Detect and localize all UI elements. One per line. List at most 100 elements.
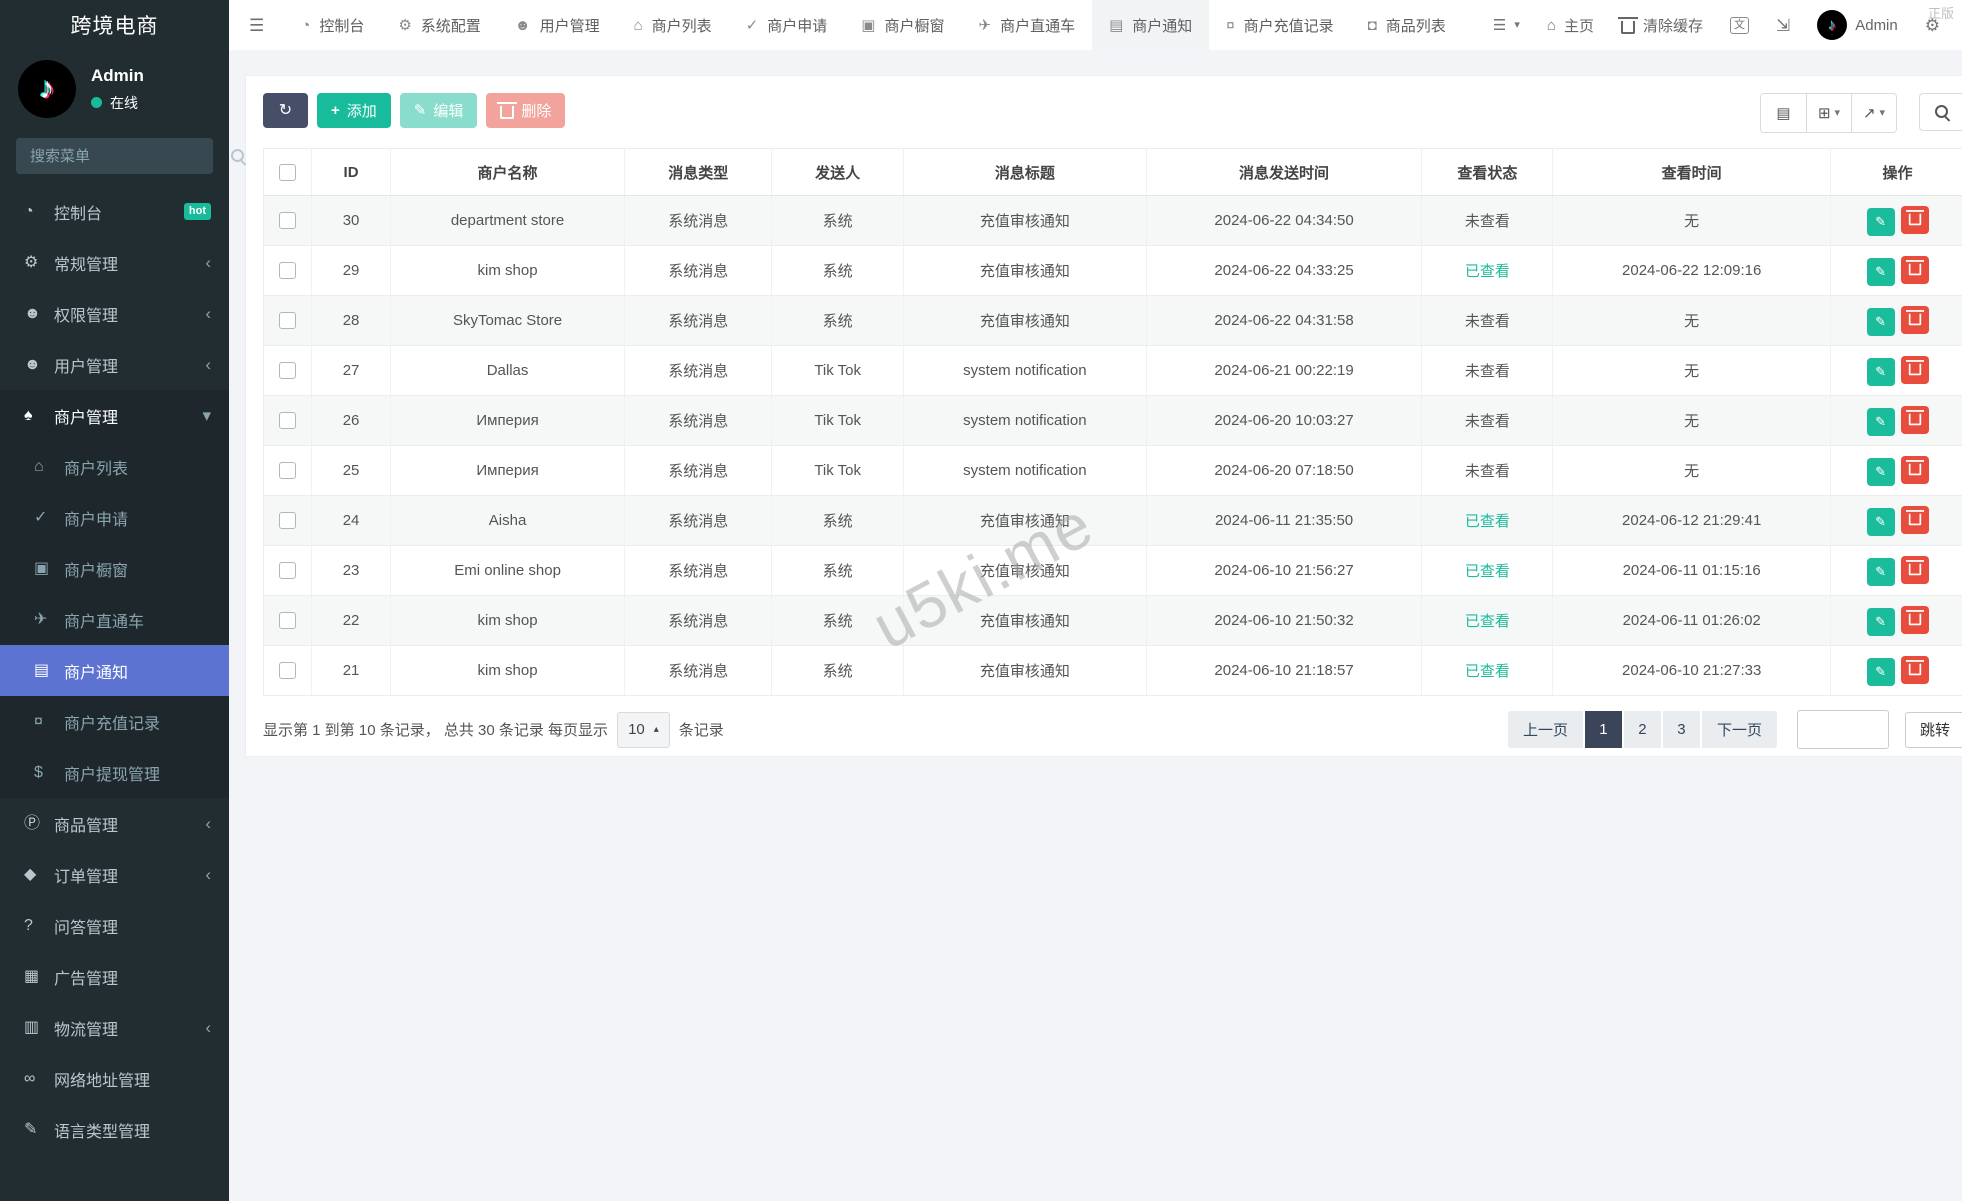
page-size-select[interactable]: 10 ▴ bbox=[617, 711, 670, 748]
row-edit-button[interactable]: ✎ bbox=[1866, 507, 1895, 536]
row-checkbox[interactable] bbox=[279, 512, 297, 530]
row-checkbox[interactable] bbox=[279, 212, 297, 230]
row-checkbox[interactable] bbox=[279, 262, 297, 280]
page-button[interactable]: 2 bbox=[1623, 711, 1661, 748]
home-link[interactable]: ⌂ 主页 bbox=[1547, 15, 1594, 36]
columns-button[interactable]: ⊞ ▾ bbox=[1806, 94, 1851, 132]
row-edit-button[interactable]: ✎ bbox=[1866, 207, 1895, 236]
row-edit-button[interactable]: ✎ bbox=[1866, 607, 1895, 636]
sidebar-item[interactable]: ✓ 商户申请 bbox=[0, 492, 229, 543]
row-edit-button[interactable]: ✎ bbox=[1866, 357, 1895, 386]
jump-page-input[interactable] bbox=[1796, 710, 1889, 749]
page-button[interactable]: 3 bbox=[1662, 711, 1700, 748]
row-edit-button[interactable]: ✎ bbox=[1866, 257, 1895, 286]
sent-time: 2024-06-10 21:56:27 bbox=[1145, 545, 1422, 596]
table-search-button[interactable] bbox=[1919, 93, 1962, 131]
sidebar-item[interactable]: ⚙ 常规管理 ‹ bbox=[0, 237, 229, 288]
row-delete-button[interactable] bbox=[1900, 505, 1929, 534]
select-all-checkbox[interactable] bbox=[279, 163, 297, 181]
nav-tab[interactable]: ⌂ 商户列表 bbox=[617, 0, 729, 50]
row-checkbox[interactable] bbox=[279, 362, 297, 380]
nav-tab[interactable]: ▤ 商户通知 bbox=[1092, 0, 1210, 50]
sidebar-item[interactable]: ▥ 物流管理 ‹ bbox=[0, 1002, 229, 1053]
user-menu[interactable]: ♪ Admin bbox=[1817, 10, 1898, 40]
row-checkbox[interactable] bbox=[279, 462, 297, 480]
home-icon: ⌂ bbox=[1546, 16, 1556, 34]
avatar[interactable]: ♪ bbox=[18, 60, 76, 118]
fullscreen-button[interactable]: ⇲ bbox=[1776, 17, 1790, 34]
sidebar-item[interactable]: ◔ 控制台 hot bbox=[0, 186, 229, 237]
add-button[interactable]: + 添加 bbox=[317, 93, 391, 128]
sidebar-item[interactable]: Ⓟ 商品管理 ‹ bbox=[0, 798, 229, 849]
row-delete-button[interactable] bbox=[1900, 605, 1929, 634]
nav-tab[interactable]: ◘ 商品列表 bbox=[1351, 0, 1463, 50]
sidebar-item[interactable]: ▦ 广告管理 bbox=[0, 951, 229, 1002]
row-edit-button[interactable]: ✎ bbox=[1866, 657, 1895, 686]
search-icon[interactable] bbox=[231, 148, 246, 164]
page-button[interactable]: 1 bbox=[1584, 711, 1622, 748]
row-delete-button[interactable] bbox=[1900, 255, 1929, 284]
row-checkbox[interactable] bbox=[279, 612, 297, 630]
row-edit-button[interactable]: ✎ bbox=[1866, 307, 1895, 336]
nav-tab[interactable]: ✓ 商户申请 bbox=[729, 0, 845, 50]
sidebar-item[interactable]: ♠ 商户管理 ▾ bbox=[0, 390, 229, 441]
row-checkbox[interactable] bbox=[279, 312, 297, 330]
nav-tab[interactable]: ✈ 商户直通车 bbox=[961, 0, 1092, 50]
sidebar-item[interactable]: ? 问答管理 bbox=[0, 900, 229, 951]
row-edit-button[interactable]: ✎ bbox=[1866, 457, 1895, 486]
user-icon: ☻ bbox=[24, 355, 41, 373]
nav-tab[interactable]: ▣ 商户橱窗 bbox=[844, 0, 961, 50]
row-delete-button[interactable] bbox=[1900, 305, 1929, 334]
row-edit-button[interactable]: ✎ bbox=[1866, 407, 1895, 436]
row-delete-button[interactable] bbox=[1900, 205, 1929, 234]
language-toggle-button[interactable]: 文 bbox=[1729, 16, 1749, 34]
row-checkbox[interactable] bbox=[279, 412, 297, 430]
row-delete-button[interactable] bbox=[1900, 355, 1929, 384]
content-card: ↻ + 添加 ✎ 编辑 删除 ▤ ⊞ ▾ ↗ ▾ ID 商户名称 消息类型 发送… bbox=[245, 75, 1962, 757]
sidebar-item[interactable]: ▣ 商户橱窗 bbox=[0, 543, 229, 594]
user-name: Admin bbox=[91, 65, 144, 85]
row-delete-button[interactable] bbox=[1900, 405, 1929, 434]
detail-view-button[interactable]: ▤ bbox=[1761, 94, 1806, 132]
nav-tab[interactable]: ◔ 控制台 bbox=[284, 0, 381, 50]
row-delete-button[interactable] bbox=[1900, 655, 1929, 684]
sidebar-item[interactable]: ¤ 商户充值记录 bbox=[0, 696, 229, 747]
sidebar-item[interactable]: ☻ 权限管理 ‹ bbox=[0, 288, 229, 339]
nav-tab[interactable]: ⚙ 系统配置 bbox=[381, 0, 497, 50]
sidebar-item[interactable]: ∞ 网络地址管理 bbox=[0, 1053, 229, 1104]
sent-time: 2024-06-20 10:03:27 bbox=[1145, 395, 1422, 446]
sidebar-toggle-button[interactable]: ☰ bbox=[229, 17, 284, 34]
nav-overflow-dropdown[interactable]: ☰ ▾ bbox=[1493, 18, 1520, 33]
nav-tab[interactable]: ¤ 商户充值记录 bbox=[1209, 0, 1350, 50]
sidebar-item[interactable]: $ 商户提现管理 bbox=[0, 747, 229, 798]
row-delete-button[interactable] bbox=[1900, 555, 1929, 584]
clear-cache-link[interactable]: 清除缓存 bbox=[1617, 15, 1703, 36]
next-page-button[interactable]: 下一页 bbox=[1701, 711, 1777, 748]
menu-search-input[interactable] bbox=[28, 146, 231, 166]
row-edit-button[interactable]: ✎ bbox=[1866, 557, 1895, 586]
sidebar-item-label: 商户申请 bbox=[64, 511, 129, 529]
showcase-icon: ▣ bbox=[34, 559, 50, 577]
export-button[interactable]: ↗ ▾ bbox=[1851, 94, 1896, 132]
delete-button[interactable]: 删除 bbox=[486, 93, 566, 128]
table-row: 21 kim shop 系统消息 系统 充值审核通知 2024-06-10 21:18:5… bbox=[263, 645, 1962, 696]
row-checkbox[interactable] bbox=[279, 562, 297, 580]
sidebar-item[interactable]: ✎ 语言类型管理 bbox=[0, 1104, 229, 1155]
edit-button[interactable]: ✎ 编辑 bbox=[399, 93, 478, 128]
delete-button-label: 删除 bbox=[521, 103, 552, 120]
nav-tab[interactable]: ☻ 用户管理 bbox=[498, 0, 617, 50]
sidebar-item[interactable]: ▤ 商户通知 bbox=[0, 645, 229, 696]
row-delete-button[interactable] bbox=[1900, 455, 1929, 484]
table-view-tools: ▤ ⊞ ▾ ↗ ▾ bbox=[1760, 93, 1962, 133]
merchant-name: Aisha bbox=[389, 495, 625, 546]
topbar-right: ☰ ▾ ⌂ 主页 清除缓存 文 ⇲ ♪ Admin ⚙ bbox=[1493, 10, 1962, 40]
sidebar-item[interactable]: ✈ 商户直通车 bbox=[0, 594, 229, 645]
row-id: 30 bbox=[311, 195, 391, 246]
row-checkbox[interactable] bbox=[279, 662, 297, 680]
sidebar-item[interactable]: ⌂ 商户列表 bbox=[0, 441, 229, 492]
refresh-button[interactable]: ↻ bbox=[263, 93, 308, 128]
sidebar-item[interactable]: ◆ 订单管理 ‹ bbox=[0, 849, 229, 900]
jump-button[interactable]: 跳转 bbox=[1904, 711, 1962, 748]
sidebar-item[interactable]: ☻ 用户管理 ‹ bbox=[0, 339, 229, 390]
prev-page-button[interactable]: 上一页 bbox=[1507, 711, 1583, 748]
